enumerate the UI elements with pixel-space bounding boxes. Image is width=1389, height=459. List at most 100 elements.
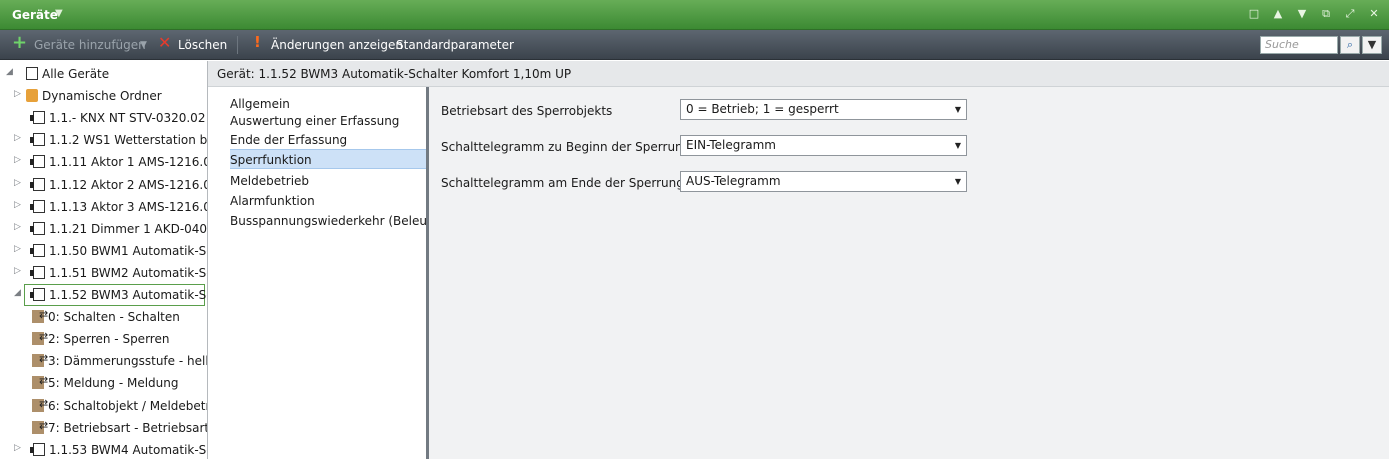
- tree-item[interactable]: ▷ 1.1.13 Aktor 3 AMS-1216.01...: [0, 196, 207, 218]
- expand-icon[interactable]: ▷: [14, 133, 24, 143]
- search-input[interactable]: Suche: [1260, 36, 1338, 54]
- add-icon[interactable]: +: [12, 34, 27, 52]
- tree-item-label: 3: Dämmerungsstufe - helli...: [48, 354, 208, 369]
- tree-item[interactable]: 3: Dämmerungsstufe - helli...: [0, 350, 207, 372]
- tree-item-label: 0: Schalten - Schalten: [48, 310, 180, 325]
- collapse-icon[interactable]: ◢: [6, 67, 16, 77]
- tree-item[interactable]: ▷ 1.1.11 Aktor 1 AMS-1216.02...: [0, 151, 207, 173]
- folder-icon: [26, 89, 38, 103]
- delete-icon[interactable]: ✕: [158, 35, 171, 51]
- tree-item-label: 1.1.2 WS1 Wetterstation basic: [49, 133, 208, 148]
- lock-end-telegram-value: AUS-Telegramm: [686, 174, 781, 188]
- tree-item[interactable]: 1.1.- KNX NT STV-0320.02 K...: [0, 107, 207, 129]
- tree-item[interactable]: ▷ 1.1.50 BWM1 Automatik-Sc...: [0, 240, 207, 262]
- group-object-icon: [32, 397, 48, 412]
- chevron-down-icon: ▼: [954, 177, 961, 186]
- undock-icon[interactable]: ⧉: [1319, 7, 1333, 21]
- param-group-alarm-function[interactable]: Alarmfunktion: [230, 194, 315, 208]
- lock-start-telegram-value: EIN-Telegramm: [686, 138, 776, 152]
- tree-item-label: 1.1.11 Aktor 1 AMS-1216.02...: [49, 155, 207, 170]
- tree-item-label: 5: Meldung - Meldung: [48, 376, 179, 391]
- lock-mode-select[interactable]: 0 = Betrieb; 1 = gesperrt ▼: [680, 99, 967, 120]
- expand-icon[interactable]: ▷: [14, 222, 24, 232]
- restore-icon[interactable]: □: [1247, 7, 1261, 21]
- device-icon: [30, 243, 45, 257]
- all-devices-icon: [26, 67, 38, 80]
- device-icon: [30, 199, 45, 213]
- tree-item[interactable]: 5: Meldung - Meldung: [0, 372, 207, 394]
- add-devices-button[interactable]: Geräte hinzufügen: [34, 38, 146, 52]
- settings-pane: Betriebsart des Sperrobjekts 0 = Betrieb…: [429, 87, 1389, 459]
- tree-item[interactable]: 2: Sperren - Sperren: [0, 328, 207, 350]
- device-icon: [30, 133, 45, 147]
- tree-item[interactable]: ▷ 1.1.21 Dimmer 1 AKD-0401...: [0, 218, 207, 240]
- expand-icon[interactable]: ▷: [14, 155, 24, 165]
- tree-item-label: 1.1.51 BWM2 Automatik-Sc...: [49, 265, 208, 280]
- tree-item[interactable]: ▷ 1.1.51 BWM2 Automatik-Sc...: [0, 262, 207, 284]
- param-group-evaluation[interactable]: Auswertung einer Erfassung: [230, 114, 399, 128]
- title-dropdown-icon[interactable]: ▼: [55, 8, 63, 19]
- toolbar: + Geräte hinzufügen ▼ ✕ Löschen ! Änderu…: [0, 30, 1389, 60]
- device-title: Gerät: 1.1.52 BWM3 Automatik-Schalter Ko…: [217, 67, 572, 81]
- group-object-icon: [32, 330, 48, 346]
- move-up-icon[interactable]: ▲: [1271, 7, 1285, 21]
- param-group-lock-function[interactable]: Sperrfunktion: [230, 153, 312, 167]
- collapse-icon[interactable]: ◢: [14, 288, 24, 298]
- expand-icon[interactable]: ▷: [14, 89, 24, 99]
- close-icon[interactable]: ✕: [1367, 7, 1381, 21]
- expand-icon[interactable]: ▷: [14, 178, 24, 188]
- tree-item[interactable]: 7: Betriebsart - Betriebsart: [0, 417, 207, 439]
- tree-item-label: 1.1.- KNX NT STV-0320.02 K...: [49, 111, 207, 126]
- expand-icon[interactable]: ▷: [14, 244, 24, 254]
- chevron-down-icon: ▼: [954, 105, 961, 114]
- device-icon: [30, 221, 45, 235]
- lock-end-telegram-select[interactable]: AUS-Telegramm ▼: [680, 171, 967, 192]
- show-changes-button[interactable]: Änderungen anzeigen: [271, 38, 403, 52]
- tree-item[interactable]: ◢ Alle Geräte: [0, 63, 207, 85]
- delete-button[interactable]: Löschen: [178, 38, 227, 52]
- tree-item[interactable]: ▷ Dynamische Ordner: [0, 85, 207, 107]
- lock-start-telegram-select[interactable]: EIN-Telegramm ▼: [680, 135, 967, 156]
- tree-item[interactable]: 6: Schaltobjekt / Meldebetr...: [0, 395, 207, 417]
- param-group-general[interactable]: Allgemein: [230, 97, 290, 111]
- default-parameters-button[interactable]: Standardparameter: [396, 38, 514, 52]
- setting-label-lock-mode: Betriebsart des Sperrobjekts: [441, 104, 613, 118]
- group-object-icon: [32, 308, 48, 324]
- parameter-group-list: Allgemein Auswertung einer Erfassung End…: [208, 87, 441, 459]
- tree-item[interactable]: ▷ 1.1.53 BWM4 Automatik-Sc...: [0, 439, 207, 459]
- param-group-bus-voltage-return[interactable]: Busspannungswiederkehr (Beleuch: [230, 214, 441, 228]
- window-title: Geräte: [12, 8, 58, 22]
- tree-item-label: 1.1.53 BWM4 Automatik-Sc...: [49, 442, 208, 457]
- add-devices-dropdown-icon[interactable]: ▼: [140, 40, 147, 50]
- group-object-icon: [32, 374, 48, 390]
- device-icon: [30, 155, 45, 169]
- filter-icon[interactable]: ▼: [1362, 36, 1382, 54]
- device-icon: [30, 177, 45, 191]
- tree-item-label: 2: Sperren - Sperren: [48, 332, 170, 347]
- move-down-icon[interactable]: ▼: [1295, 7, 1309, 21]
- expand-icon[interactable]: ▷: [14, 443, 24, 453]
- tree-item-label: Alle Geräte: [42, 67, 110, 81]
- lock-mode-value: 0 = Betrieb; 1 = gesperrt: [686, 102, 839, 116]
- expand-icon[interactable]: ▷: [14, 266, 24, 276]
- chevron-down-icon: ▼: [954, 141, 961, 150]
- tree-item-label: 1.1.21 Dimmer 1 AKD-0401...: [49, 221, 208, 236]
- tree-item-label: Dynamische Ordner: [42, 89, 162, 104]
- search-icon[interactable]: ⌕: [1340, 36, 1360, 54]
- warning-icon: !: [254, 33, 261, 51]
- device-icon: [30, 111, 45, 125]
- tree-item[interactable]: ▷ 1.1.2 WS1 Wetterstation basic: [0, 129, 207, 151]
- maximize-icon[interactable]: ⤢: [1343, 7, 1357, 21]
- tree-item[interactable]: 0: Schalten - Schalten: [0, 306, 207, 328]
- setting-label-lock-start-telegram: Schalttelegramm zu Beginn der Sperrung: [441, 140, 691, 154]
- tree-item[interactable]: ▷ 1.1.12 Aktor 2 AMS-1216.02...: [0, 174, 207, 196]
- expand-icon[interactable]: ▷: [14, 200, 24, 210]
- param-group-report-mode[interactable]: Meldebetrieb: [230, 174, 309, 188]
- tree-item[interactable]: ◢ 1.1.52 BWM3 Automatik-Sc...: [0, 284, 207, 306]
- window-titlebar: Geräte ▼ □ ▲ ▼ ⧉ ⤢ ✕: [0, 0, 1389, 30]
- device-icon: [30, 442, 45, 456]
- setting-label-lock-end-telegram: Schalttelegramm am Ende der Sperrung: [441, 176, 684, 190]
- tree-item-label: 1.1.52 BWM3 Automatik-Sc...: [49, 288, 208, 302]
- tree-item-label: 1.1.12 Aktor 2 AMS-1216.02...: [49, 177, 207, 192]
- param-group-end-of-detection[interactable]: Ende der Erfassung: [230, 133, 347, 147]
